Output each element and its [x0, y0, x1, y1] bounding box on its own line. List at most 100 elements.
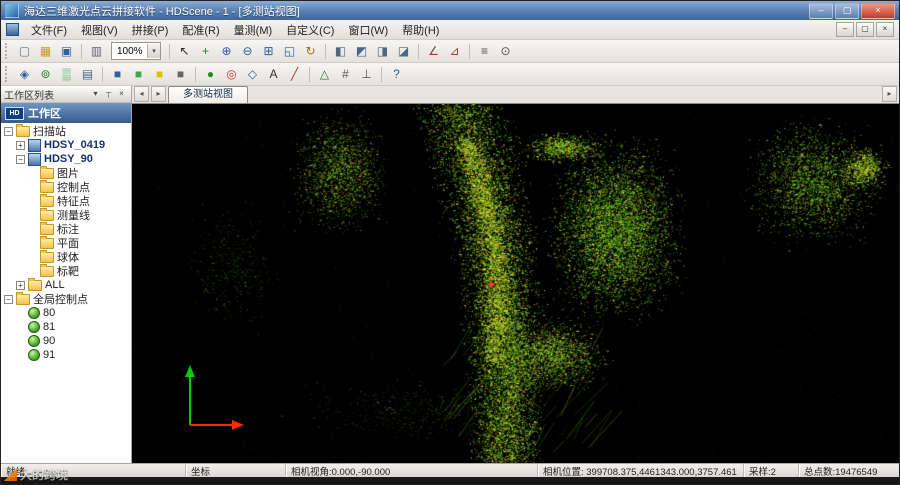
plane-tool-icon[interactable]: ◇	[242, 64, 263, 84]
folder-icon	[28, 277, 42, 291]
text-label-icon[interactable]: A	[263, 64, 284, 84]
folder-icon	[16, 291, 30, 305]
measure-angle-icon[interactable]: ⊿	[444, 41, 465, 61]
zoom-out-icon[interactable]: ⊖	[237, 41, 258, 61]
tab-multistation-view[interactable]: 多测站视图	[168, 86, 248, 103]
toolbar-grip[interactable]	[5, 66, 10, 82]
orbit-icon[interactable]: ↻	[300, 41, 321, 61]
title-bar: 海达三维激光点云拼接软件 - HDScene - 1 - [多测站视图] – ▢…	[1, 1, 899, 20]
tree-expander-icon[interactable]: −	[4, 294, 13, 304]
point-cloud-icon[interactable]: ▒	[56, 64, 77, 84]
menu-register[interactable]: 配准(R)	[175, 20, 226, 40]
tree-item-global-control-points[interactable]: − 全局控制点	[1, 291, 131, 306]
window-controls: – ▢ ×	[809, 2, 895, 19]
tree-expander-icon[interactable]: +	[16, 140, 25, 150]
station-icon	[28, 138, 41, 152]
select-cursor-icon[interactable]: ↖	[174, 41, 195, 61]
tree-expander-icon[interactable]: −	[4, 126, 13, 136]
zoom-window-icon[interactable]: ⊞	[258, 41, 279, 61]
tree-item-label: 标靶	[57, 266, 79, 278]
tree-item-targets[interactable]: 标靶	[1, 263, 131, 278]
measure-distance-icon[interactable]: ∠	[423, 41, 444, 61]
folder-icon	[40, 179, 54, 193]
front-view-icon[interactable]: ◧	[330, 41, 351, 61]
iso-view-icon[interactable]: ◪	[393, 41, 414, 61]
grid-icon[interactable]: #	[335, 64, 356, 84]
tree-expander-icon[interactable]: +	[16, 280, 25, 290]
file-toolbar-group: ▢ ▦ ▣ ▥	[14, 41, 107, 61]
color-blue-icon[interactable]: ■	[107, 64, 128, 84]
toolbar-separator	[309, 66, 310, 82]
sphere-icon	[28, 335, 40, 347]
help-icon[interactable]: ?	[386, 64, 407, 84]
open-folder-icon[interactable]: ▦	[35, 41, 56, 61]
chevron-down-icon[interactable]: ▾	[89, 88, 102, 100]
target-tool-icon[interactable]: ◎	[221, 64, 242, 84]
top-view-icon[interactable]: ◩	[351, 41, 372, 61]
tab-overflow-icon[interactable]: ▸	[882, 86, 897, 102]
child-restore-button[interactable]: ▢	[856, 22, 874, 37]
menu-file[interactable]: 文件(F)	[24, 20, 74, 40]
zoom-combo[interactable]: 100% ▾	[111, 42, 161, 60]
toolbar-separator	[195, 66, 196, 82]
sphere-tool-icon[interactable]: ●	[200, 64, 221, 84]
pan-icon[interactable]: +	[195, 41, 216, 61]
tree-expander-icon[interactable]: −	[16, 154, 25, 164]
tree-item-measure-lines[interactable]: 测量线	[1, 207, 131, 222]
tree-item-feature-points[interactable]: 特征点	[1, 193, 131, 208]
toolbar-separator	[169, 43, 170, 59]
color-gray-icon[interactable]: ■	[170, 64, 191, 84]
color-green-icon[interactable]: ■	[128, 64, 149, 84]
toolbar-grip[interactable]	[5, 43, 10, 59]
tree-item-gcp-91[interactable]: 91	[1, 348, 131, 362]
status-camera-angle: 相机视角:0.000,-90.000	[286, 464, 538, 477]
tree-item-spheres[interactable]: 球体	[1, 249, 131, 264]
close-button[interactable]: ×	[861, 2, 895, 19]
zoom-in-icon[interactable]: ⊕	[216, 41, 237, 61]
workspace-root-item[interactable]: HD 工作区	[1, 103, 131, 123]
save-icon[interactable]: ▣	[56, 41, 77, 61]
menu-window[interactable]: 窗口(W)	[341, 20, 395, 40]
mesh-icon[interactable]: ▤	[77, 64, 98, 84]
tree-item-gcp-81[interactable]: 81	[1, 320, 131, 334]
minimize-button[interactable]: –	[809, 2, 833, 19]
mdi-child-icon[interactable]	[6, 23, 19, 36]
child-minimize-button[interactable]: –	[836, 22, 854, 37]
print-icon[interactable]: ▥	[86, 41, 107, 61]
color-yellow-icon[interactable]: ■	[149, 64, 170, 84]
menu-customize[interactable]: 自定义(C)	[279, 20, 341, 40]
display-list-icon[interactable]: ≡	[474, 41, 495, 61]
pin-icon[interactable]: ⊥	[102, 88, 115, 100]
tree-item-images[interactable]: 图片	[1, 165, 131, 180]
menu-help[interactable]: 帮助(H)	[395, 20, 446, 40]
zoom-fit-icon[interactable]: ◱	[279, 41, 300, 61]
menu-stitch[interactable]: 拼接(P)	[125, 20, 176, 40]
new-file-icon[interactable]: ▢	[14, 41, 35, 61]
tree-item-hdsy-90[interactable]: − HDSY_90	[1, 152, 131, 166]
menu-measure[interactable]: 量测(M)	[227, 20, 280, 40]
close-icon[interactable]: ×	[115, 88, 128, 100]
chevron-down-icon[interactable]: ▾	[147, 44, 160, 58]
child-close-button[interactable]: ×	[876, 22, 894, 37]
polyline-icon[interactable]: ╱	[284, 64, 305, 84]
tab-scroll-left-icon[interactable]: ◂	[134, 86, 149, 102]
tree-item-scan-stations[interactable]: − 扫描站	[1, 123, 131, 138]
stitch-icon[interactable]: ◈	[14, 64, 35, 84]
triangle-icon[interactable]: △	[314, 64, 335, 84]
tree-item-control-points[interactable]: 控制点	[1, 179, 131, 194]
tree-item-annotations[interactable]: 标注	[1, 221, 131, 236]
axes-icon[interactable]: ⊥	[356, 64, 377, 84]
tree-item-planes[interactable]: 平面	[1, 235, 131, 250]
menu-view[interactable]: 视图(V)	[74, 20, 125, 40]
zoom-value: 100%	[117, 45, 143, 57]
tree-item-gcp-80[interactable]: 80	[1, 306, 131, 320]
status-bar: 就绪 坐标 相机视角:0.000,-90.000 相机位置: 399708.37…	[1, 463, 899, 477]
tree-item-hdsy-0419[interactable]: + HDSY_0419	[1, 138, 131, 152]
register-icon[interactable]: ⊚	[35, 64, 56, 84]
settings-icon[interactable]: ⊙	[495, 41, 516, 61]
maximize-button[interactable]: ▢	[835, 2, 859, 19]
side-view-icon[interactable]: ◨	[372, 41, 393, 61]
tab-scroll-right-icon[interactable]: ▸	[151, 86, 166, 102]
tree-item-gcp-90[interactable]: 90	[1, 334, 131, 348]
tree-item-all[interactable]: + ALL	[1, 277, 131, 292]
